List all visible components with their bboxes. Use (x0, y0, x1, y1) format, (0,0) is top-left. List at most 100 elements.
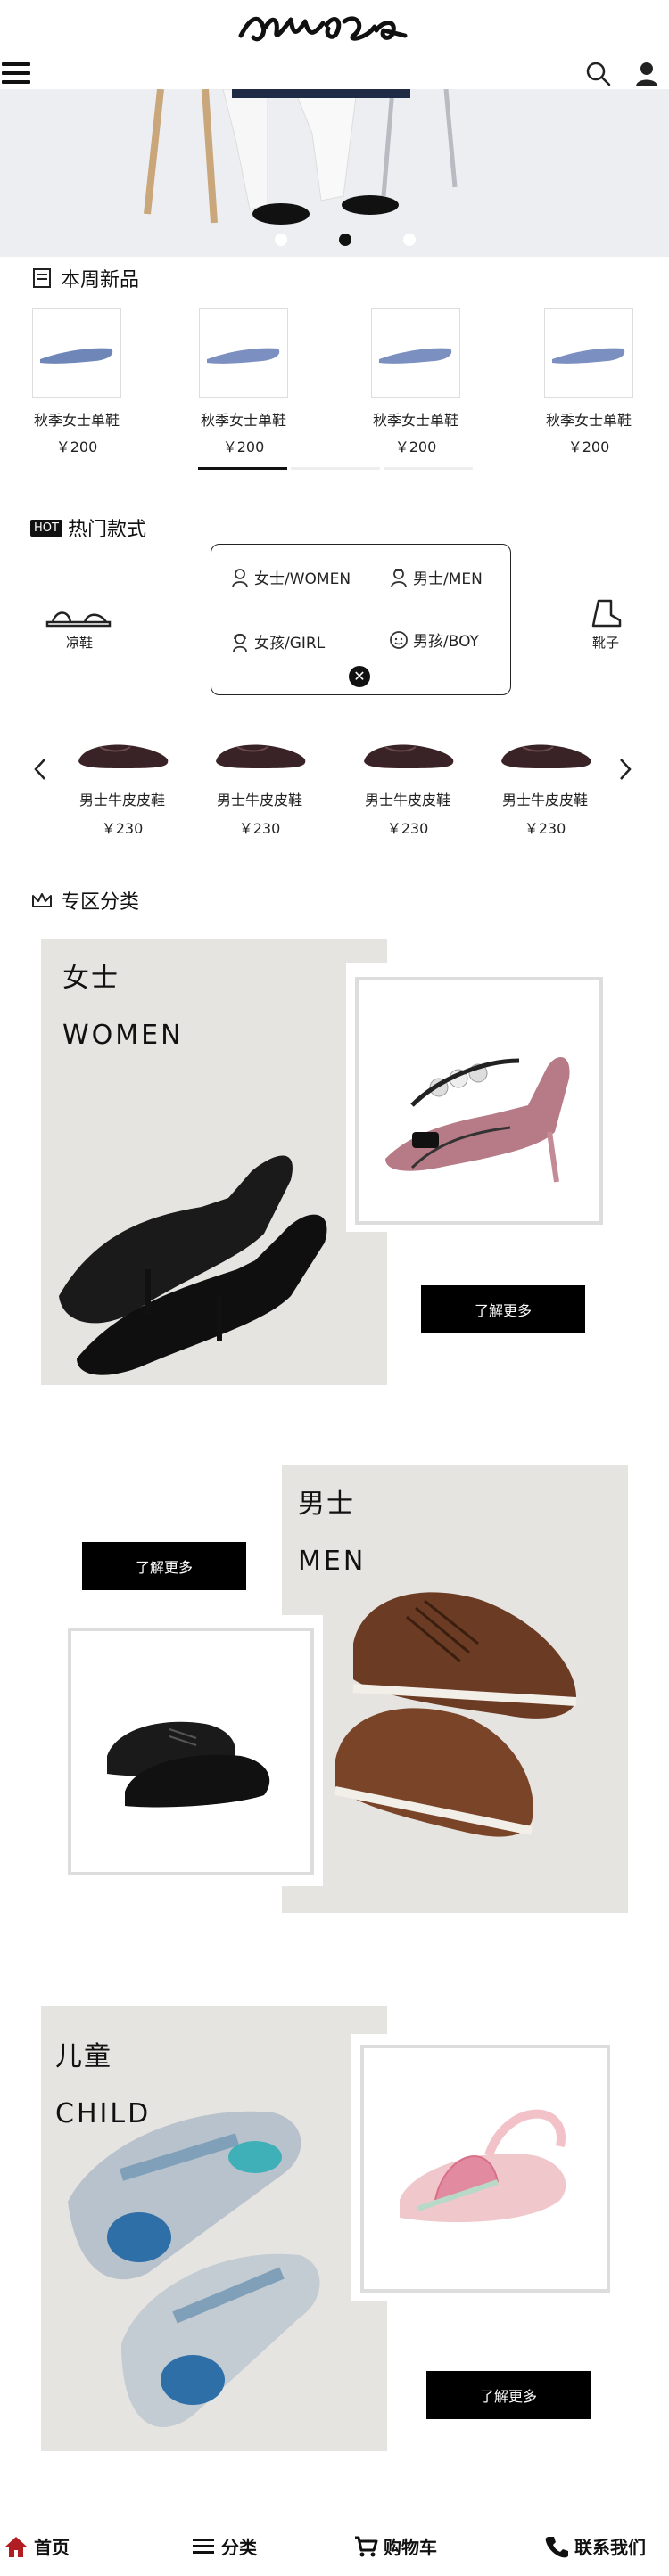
nav-label: 联系我们 (574, 2537, 646, 2558)
new-product-card[interactable]: 秋季女士单鞋 ￥200 (190, 308, 297, 456)
zone-title-cn: 女士 (62, 963, 120, 994)
popup-option-girl[interactable]: 女孩/GIRL (229, 630, 325, 652)
child-product-frame[interactable] (360, 2045, 610, 2293)
women-zone-image[interactable] (41, 939, 387, 1385)
nav-label: 分类 (221, 2537, 257, 2558)
category-label: 靴子 (591, 635, 619, 651)
carousel-dot[interactable] (403, 234, 416, 246)
carousel-dot-active[interactable] (339, 234, 351, 246)
product-price: ￥230 (101, 820, 144, 837)
brand-logo[interactable] (223, 0, 446, 55)
close-icon[interactable]: ✕ (349, 666, 370, 687)
product-image (216, 744, 306, 768)
product-name: 男士牛皮皮鞋 (501, 792, 588, 808)
zone-title-en: CHILD (55, 2098, 152, 2129)
chevron-right-icon[interactable] (615, 756, 635, 783)
option-label: 女孩/GIRL (254, 635, 326, 652)
product-price: ￥230 (524, 820, 566, 837)
nav-cart[interactable]: 购物车 (353, 2533, 437, 2559)
product-price: ￥230 (386, 820, 429, 837)
men-product-card[interactable]: 男士牛皮皮鞋 ￥230 (487, 731, 603, 838)
product-price: ￥230 (238, 820, 281, 837)
zones-heading: 专区分类 (30, 886, 139, 915)
product-image (78, 744, 169, 768)
men-product-card[interactable]: 男士牛皮皮鞋 ￥230 (64, 731, 180, 838)
product-image (199, 308, 288, 398)
section-title: 热门款式 (67, 519, 146, 541)
chevron-left-icon[interactable] (30, 756, 50, 783)
women-learn-more-button[interactable]: 了解更多 (421, 1285, 585, 1333)
men-product-card[interactable]: 男士牛皮皮鞋 ￥230 (202, 731, 318, 838)
menu-icon (193, 2538, 214, 2554)
product-image (32, 308, 121, 398)
nav-label: 首页 (34, 2537, 70, 2558)
slider-indicator (384, 467, 473, 470)
gender-popup: 女士/WOMEN 男士/MEN 女孩/GIRL 男孩/BOY ✕ (211, 544, 511, 695)
option-label: 女士/WOMEN (254, 570, 351, 588)
zone-title-en: WOMEN (62, 1020, 184, 1051)
section-title: 本周新品 (61, 269, 140, 291)
page: 本周新品 秋季女士单鞋 ￥200 秋季女士单鞋 ￥200 秋季女士单鞋 ￥200… (0, 0, 669, 2576)
hero-banner[interactable] (0, 89, 669, 257)
header (0, 0, 669, 89)
boy-icon (390, 630, 408, 649)
nav-category[interactable]: 分类 (191, 2533, 257, 2559)
boot-icon (591, 599, 622, 628)
men-learn-more-button[interactable]: 了解更多 (82, 1542, 246, 1590)
men-product-card[interactable]: 男士牛皮皮鞋 ￥230 (350, 731, 466, 838)
men-zone-image[interactable] (282, 1465, 628, 1913)
option-label: 男孩/BOY (413, 633, 479, 651)
phone-icon (545, 2536, 568, 2557)
nav-contact[interactable]: 联系我们 (544, 2533, 646, 2559)
slider-indicator (291, 467, 380, 470)
bottom-nav: 首页 分类 购物车 联系我们 (0, 2514, 669, 2576)
category-boots[interactable]: 靴子 (566, 599, 646, 652)
product-price: ￥200 (55, 439, 98, 455)
hot-styles-heading: HOT 热门款式 (30, 513, 146, 542)
men-product-frame[interactable] (68, 1628, 314, 1875)
calendar-icon (30, 267, 54, 290)
new-product-card[interactable]: 秋季女士单鞋 ￥200 (535, 308, 642, 456)
product-image (501, 744, 591, 768)
product-name: 秋季女士单鞋 (200, 412, 286, 429)
product-image (544, 308, 633, 398)
woman-icon (232, 568, 248, 587)
hot-badge: HOT (30, 519, 62, 537)
popup-option-men[interactable]: 男士/MEN (388, 566, 483, 588)
product-image (371, 308, 460, 398)
carousel-dot[interactable] (275, 234, 287, 246)
section-title: 专区分类 (61, 891, 140, 914)
product-image (364, 744, 454, 768)
nav-home[interactable]: 首页 (4, 2533, 70, 2559)
product-price: ￥200 (222, 439, 265, 455)
home-icon (5, 2536, 27, 2557)
slider-indicator-active (198, 467, 287, 470)
product-name: 男士牛皮皮鞋 (78, 792, 165, 808)
nav-label: 购物车 (384, 2537, 437, 2558)
product-name: 秋季女士单鞋 (372, 412, 458, 429)
popup-option-women[interactable]: 女士/WOMEN (229, 566, 351, 588)
option-label: 男士/MEN (413, 570, 483, 588)
search-icon[interactable] (585, 61, 612, 87)
carousel-dots (268, 234, 428, 246)
user-icon[interactable] (633, 61, 660, 87)
zone-title-en: MEN (298, 1546, 367, 1577)
popup-option-boy[interactable]: 男孩/BOY (388, 628, 479, 651)
product-name: 秋季女士单鞋 (545, 412, 632, 429)
category-label: 凉鞋 (65, 635, 93, 651)
product-price: ￥200 (394, 439, 437, 455)
crown-icon (30, 889, 54, 912)
banner-image (0, 89, 669, 257)
girl-icon (233, 633, 247, 652)
category-sandals[interactable]: 凉鞋 (39, 599, 120, 652)
hamburger-icon[interactable] (2, 62, 30, 86)
new-product-card[interactable]: 秋季女士单鞋 ￥200 (23, 308, 130, 456)
product-name: 男士牛皮皮鞋 (364, 792, 450, 808)
cart-icon (355, 2536, 378, 2556)
new-product-card[interactable]: 秋季女士单鞋 ￥200 (362, 308, 469, 456)
child-learn-more-button[interactable]: 了解更多 (426, 2371, 591, 2419)
new-products-heading: 本周新品 (30, 264, 139, 292)
product-name: 秋季女士单鞋 (33, 412, 120, 429)
women-product-frame[interactable] (355, 977, 603, 1225)
product-name: 男士牛皮皮鞋 (216, 792, 302, 808)
